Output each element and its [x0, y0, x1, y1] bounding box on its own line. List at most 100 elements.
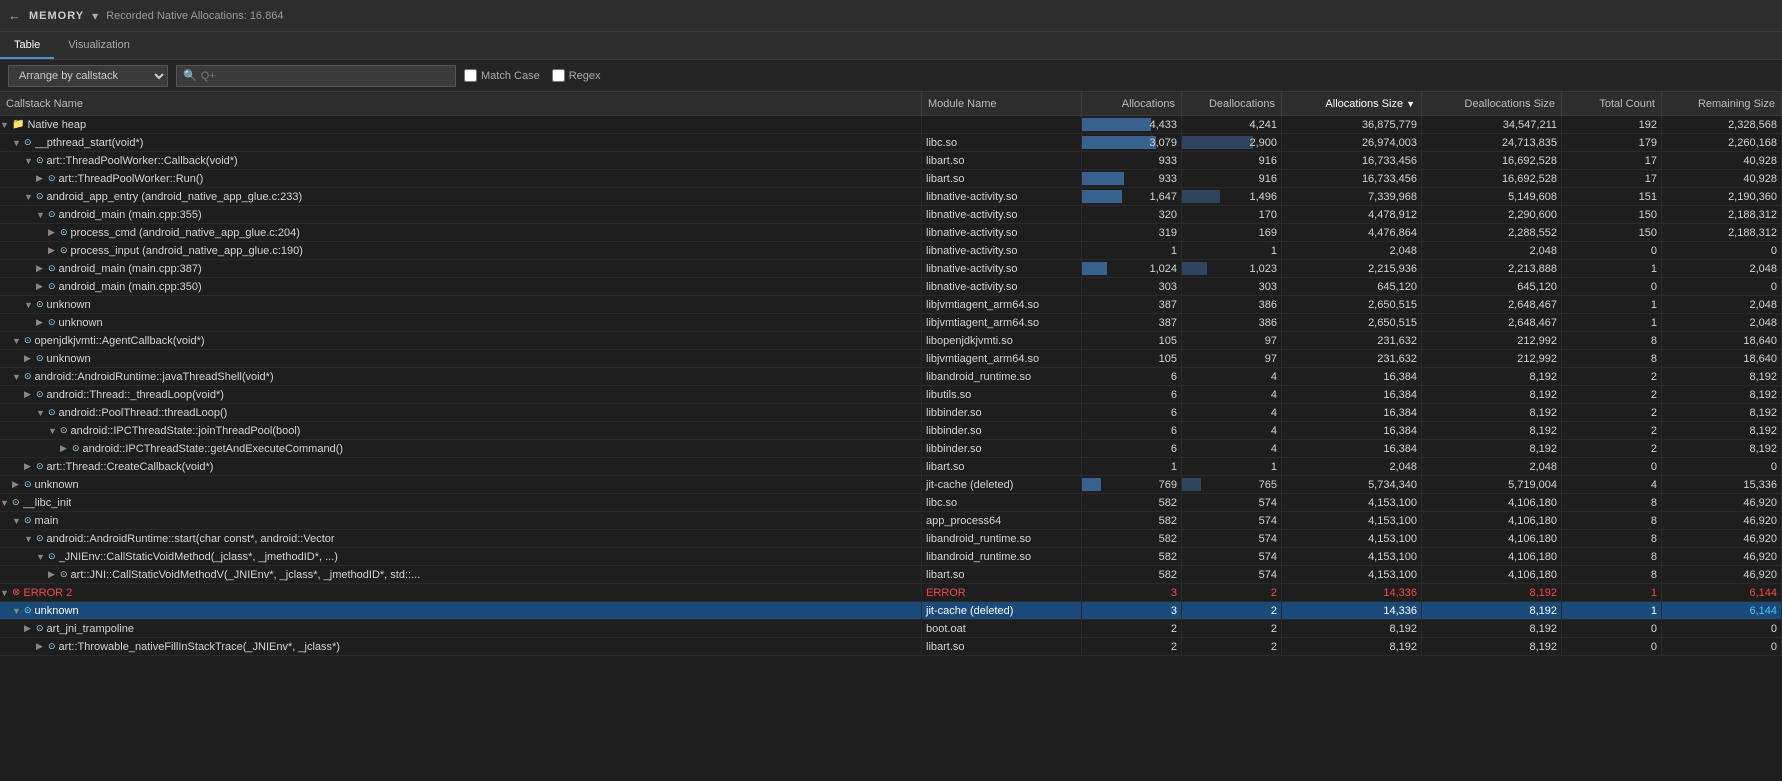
- table-row[interactable]: ▼ ⊙ unknown jit-cache (deleted) 3 2 14,3…: [0, 602, 1782, 620]
- func-icon: ⊙: [24, 335, 32, 346]
- table-row[interactable]: ▼ ⊙ android::AndroidRuntime::start(char …: [0, 530, 1782, 548]
- dealloc-value: 4: [1186, 371, 1277, 383]
- match-case-label[interactable]: Match Case: [464, 69, 540, 82]
- table-row[interactable]: ▶ ⊙ process_input (android_native_app_gl…: [0, 242, 1782, 260]
- table-row[interactable]: ▼ ⊙ android::PoolThread::threadLoop() li…: [0, 404, 1782, 422]
- tab-table[interactable]: Table: [0, 32, 54, 59]
- table-row[interactable]: ▶ ⊙ art_jni_trampoline boot.oat 2 2 8,19…: [0, 620, 1782, 638]
- cell-remaining: 6,144: [1662, 584, 1782, 601]
- col-dealloc-size[interactable]: Deallocations Size: [1422, 92, 1562, 115]
- table-row[interactable]: ▼ ⊗ ERROR 2 ERROR 3 2 14,336 8,192 1 6,1…: [0, 584, 1782, 602]
- table-row[interactable]: ▶ ⊙ art::ThreadPoolWorker::Run() libart.…: [0, 170, 1782, 188]
- table-row[interactable]: ▶ ⊙ unknown libjvmtiagent_arm64.so 387 3…: [0, 314, 1782, 332]
- back-button[interactable]: ←: [8, 8, 21, 23]
- expand-arrow[interactable]: ▶: [48, 227, 60, 238]
- expand-arrow[interactable]: ▼: [0, 120, 12, 130]
- col-alloc-size[interactable]: Allocations Size ▼: [1282, 92, 1422, 115]
- col-dealloc[interactable]: Deallocations: [1182, 92, 1282, 115]
- table-row[interactable]: ▶ ⊙ unknown jit-cache (deleted) 769 765 …: [0, 476, 1782, 494]
- table-row[interactable]: ▼ ⊙ android::IPCThreadState::joinThreadP…: [0, 422, 1782, 440]
- table-row[interactable]: ▼ ⊙ _JNIEnv::CallStaticVoidMethod(_jclas…: [0, 548, 1782, 566]
- row-name: android_main (main.cpp:387): [59, 263, 202, 275]
- regex-label[interactable]: Regex: [552, 69, 601, 82]
- expand-arrow[interactable]: ▼: [12, 606, 24, 616]
- cell-alloc-size: 4,153,100: [1282, 512, 1422, 529]
- cell-alloc: 769: [1082, 476, 1182, 493]
- table-row[interactable]: ▶ ⊙ android::IPCThreadState::getAndExecu…: [0, 440, 1782, 458]
- expand-arrow[interactable]: ▶: [48, 245, 60, 256]
- expand-arrow[interactable]: ▶: [36, 281, 48, 292]
- expand-arrow[interactable]: ▶: [60, 443, 72, 454]
- table-row[interactable]: ▼ 📁 Native heap 4,433 4,241 36,875,779 3…: [0, 116, 1782, 134]
- expand-arrow[interactable]: ▶: [12, 479, 24, 490]
- cell-dealloc: 916: [1182, 152, 1282, 169]
- table-row[interactable]: ▶ ⊙ android_main (main.cpp:350) libnativ…: [0, 278, 1782, 296]
- expand-arrow[interactable]: ▶: [48, 569, 60, 580]
- expand-arrow[interactable]: ▼: [12, 336, 24, 346]
- table-row[interactable]: ▼ ⊙ android_app_entry (android_native_ap…: [0, 188, 1782, 206]
- expand-arrow[interactable]: ▶: [24, 461, 36, 472]
- expand-arrow[interactable]: ▼: [0, 498, 12, 508]
- search-input[interactable]: [201, 70, 449, 82]
- table-row[interactable]: ▶ ⊙ process_cmd (android_native_app_glue…: [0, 224, 1782, 242]
- expand-arrow[interactable]: ▶: [36, 263, 48, 274]
- col-module[interactable]: Module Name: [922, 92, 1082, 115]
- match-case-checkbox[interactable]: [464, 69, 477, 82]
- expand-arrow[interactable]: ▼: [36, 552, 48, 562]
- cell-dealloc-size: 4,106,180: [1422, 512, 1562, 529]
- expand-arrow[interactable]: ▼: [36, 210, 48, 220]
- tab-visualization[interactable]: Visualization: [54, 32, 144, 59]
- alloc-value: 3: [1086, 605, 1177, 617]
- table-row[interactable]: ▶ ⊙ android_main (main.cpp:387) libnativ…: [0, 260, 1782, 278]
- expand-arrow[interactable]: ▶: [36, 641, 48, 652]
- expand-arrow[interactable]: ▼: [12, 516, 24, 526]
- col-alloc[interactable]: Allocations: [1082, 92, 1182, 115]
- table-row[interactable]: ▼ ⊙ unknown libjvmtiagent_arm64.so 387 3…: [0, 296, 1782, 314]
- row-name: unknown: [35, 479, 79, 491]
- table-row[interactable]: ▶ ⊙ art::JNI::CallStaticVoidMethodV(_JNI…: [0, 566, 1782, 584]
- expand-arrow[interactable]: ▼: [12, 138, 24, 148]
- table-row[interactable]: ▼ ⊙ art::ThreadPoolWorker::Callback(void…: [0, 152, 1782, 170]
- expand-arrow[interactable]: ▼: [36, 408, 48, 418]
- cell-dealloc: 2: [1182, 620, 1282, 637]
- alloc-value: 1,024: [1086, 263, 1177, 275]
- expand-arrow[interactable]: ▶: [24, 389, 36, 400]
- arrange-dropdown[interactable]: Arrange by callstack: [8, 65, 168, 87]
- table-row[interactable]: ▶ ⊙ art::Throwable_nativeFillInStackTrac…: [0, 638, 1782, 656]
- cell-dealloc: 386: [1182, 314, 1282, 331]
- expand-arrow[interactable]: ▶: [36, 317, 48, 328]
- dealloc-value: 574: [1186, 569, 1277, 581]
- table-row[interactable]: ▶ ⊙ art::Thread::CreateCallback(void*) l…: [0, 458, 1782, 476]
- table-row[interactable]: ▼ ⊙ main app_process64 582 574 4,153,100…: [0, 512, 1782, 530]
- cell-name: ▼ ⊙ android_main (main.cpp:355): [0, 206, 922, 223]
- table-row[interactable]: ▼ ⊙ openjdkjvmti::AgentCallback(void*) l…: [0, 332, 1782, 350]
- cell-alloc-size: 16,384: [1282, 404, 1422, 421]
- cell-total: 8: [1562, 530, 1662, 547]
- expand-arrow[interactable]: ▶: [36, 173, 48, 184]
- expand-arrow[interactable]: ▼: [24, 300, 36, 310]
- expand-arrow[interactable]: ▼: [48, 426, 60, 436]
- col-callstack[interactable]: Callstack Name: [0, 92, 922, 115]
- table-row[interactable]: ▼ ⊙ android::AndroidRuntime::javaThreadS…: [0, 368, 1782, 386]
- cell-dealloc: 386: [1182, 296, 1282, 313]
- cell-module: libnative-activity.so: [922, 242, 1082, 259]
- expand-arrow[interactable]: ▼: [24, 534, 36, 544]
- cell-total: 0: [1562, 278, 1662, 295]
- table-row[interactable]: ▶ ⊙ unknown libjvmtiagent_arm64.so 105 9…: [0, 350, 1782, 368]
- col-total[interactable]: Total Count: [1562, 92, 1662, 115]
- expand-arrow[interactable]: ▼: [24, 156, 36, 166]
- expand-arrow[interactable]: ▶: [24, 623, 36, 634]
- row-name: android::IPCThreadState::getAndExecuteCo…: [83, 443, 343, 455]
- dealloc-value: 4,241: [1186, 119, 1277, 131]
- expand-arrow[interactable]: ▼: [0, 588, 12, 598]
- table-row[interactable]: ▼ ⊙ android_main (main.cpp:355) libnativ…: [0, 206, 1782, 224]
- expand-arrow[interactable]: ▼: [12, 372, 24, 382]
- col-remaining[interactable]: Remaining Size: [1662, 92, 1782, 115]
- table-row[interactable]: ▶ ⊙ android::Thread::_threadLoop(void*) …: [0, 386, 1782, 404]
- expand-arrow[interactable]: ▶: [24, 353, 36, 364]
- table-row[interactable]: ▼ ⊙ __libc_init libc.so 582 574 4,153,10…: [0, 494, 1782, 512]
- regex-checkbox[interactable]: [552, 69, 565, 82]
- title-dropdown[interactable]: ▾: [92, 9, 98, 23]
- expand-arrow[interactable]: ▼: [24, 192, 36, 202]
- table-row[interactable]: ▼ ⊙ __pthread_start(void*) libc.so 3,079…: [0, 134, 1782, 152]
